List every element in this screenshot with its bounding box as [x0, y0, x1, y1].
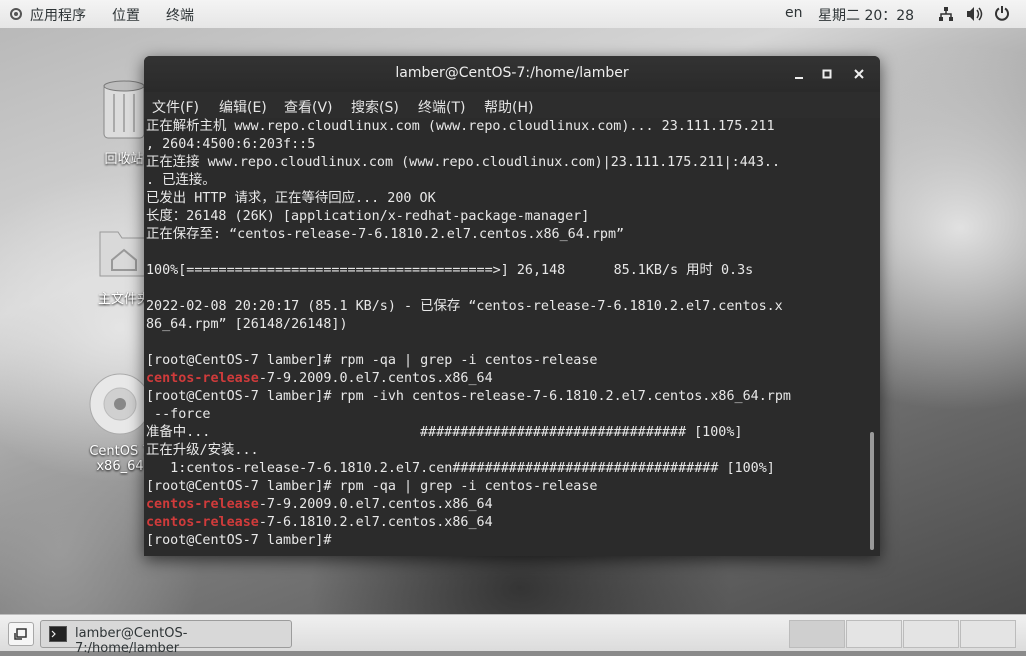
terminal-line: [root@CentOS-7 lamber]# rpm -qa | grep -…	[146, 353, 598, 368]
volume-icon[interactable]	[966, 6, 984, 26]
language-indicator[interactable]: en	[785, 5, 803, 21]
terminal-line: centos-release-7-6.1810.2.el7.centos.x86…	[146, 515, 493, 530]
maximize-icon	[822, 69, 832, 79]
terminal-line: . 已连接。	[146, 173, 216, 188]
terminal-line: 100%[===================================…	[146, 263, 754, 278]
terminal-window[interactable]: lamber@CentOS-7:/home/lamber 文件(F) 编辑(E)…	[144, 56, 880, 556]
taskbar-window-label: lamber@CentOS-7:/home/lamber	[75, 626, 188, 656]
close-icon	[854, 69, 864, 79]
minimize-button[interactable]	[790, 65, 808, 83]
terminal-line: 长度：26148 (26K) [application/x-redhat-pac…	[146, 209, 590, 224]
window-menubar: 文件(F) 编辑(E) 查看(V) 搜索(S) 终端(T) 帮助(H)	[144, 92, 880, 118]
terminal-line: 2022-02-08 20:20:17 (85.1 KB/s) - 已保存 “c…	[146, 299, 783, 314]
terminal-output[interactable]: 正在解析主机 www.repo.cloudlinux.com (www.repo…	[146, 118, 868, 556]
workspace-4[interactable]	[960, 620, 1016, 648]
scrollbar[interactable]	[870, 432, 874, 550]
terminal-line: --force	[146, 407, 211, 422]
show-desktop-icon	[14, 628, 27, 640]
terminal-line: 已发出 HTTP 请求，正在等待回应... 200 OK	[146, 191, 436, 206]
terminal-line: centos-release-7-9.2009.0.el7.centos.x86…	[146, 371, 493, 386]
terminal-line: 正在保存至: “centos-release-7-6.1810.2.el7.ce…	[146, 227, 625, 242]
terminal-line: [root@CentOS-7 lamber]# rpm -qa | grep -…	[146, 479, 598, 494]
terminal-line: 86_64.rpm” [26148/26148])	[146, 317, 348, 332]
apps-icon[interactable]	[8, 6, 24, 26]
trash-icon	[103, 80, 145, 139]
terminal-app-menu[interactable]: 终端	[166, 5, 194, 25]
terminal-line: 正在解析主机 www.repo.cloudlinux.com (www.repo…	[146, 119, 775, 134]
terminal-line: 1:centos-release-7-6.1810.2.el7.cen#####…	[146, 461, 775, 476]
menu-view[interactable]: 查看(V)	[284, 97, 333, 117]
workspace-1[interactable]	[789, 620, 845, 648]
maximize-button[interactable]	[818, 65, 836, 83]
clock[interactable]: 星期二 20：28	[818, 5, 914, 25]
terminal-line: [root@CentOS-7 lamber]# rpm -ivh centos-…	[146, 389, 791, 404]
window-title: lamber@CentOS-7:/home/lamber	[395, 65, 629, 81]
power-icon[interactable]	[994, 5, 1010, 25]
network-icon[interactable]	[938, 6, 954, 26]
close-button[interactable]	[850, 65, 868, 83]
menu-file[interactable]: 文件(F)	[152, 97, 199, 117]
minimize-icon	[795, 77, 803, 79]
taskbar-window-button[interactable]: lamber@CentOS-7:/home/lamber	[40, 620, 292, 656]
terminal-line: centos-release-7-9.2009.0.el7.centos.x86…	[146, 497, 493, 512]
terminal-icon	[49, 626, 67, 642]
top-panel: 应用程序 位置 终端 en 星期二 20：28	[0, 0, 1026, 29]
disc-icon	[89, 373, 151, 435]
terminal-line: 准备中... #################################…	[146, 425, 743, 440]
applications-menu[interactable]: 应用程序	[30, 5, 86, 25]
menu-help[interactable]: 帮助(H)	[484, 97, 533, 117]
menu-search[interactable]: 搜索(S)	[351, 97, 399, 117]
menu-terminal[interactable]: 终端(T)	[418, 97, 465, 117]
terminal-line: [root@CentOS-7 lamber]#	[146, 533, 340, 548]
bottom-panel: lamber@CentOS-7:/home/lamber	[0, 614, 1026, 656]
terminal-line: 正在升级/安装...	[146, 443, 259, 458]
terminal-line: 正在连接 www.repo.cloudlinux.com (www.repo.c…	[146, 155, 781, 170]
workspace-3[interactable]	[903, 620, 959, 648]
terminal-line: , 2604:4500:6:203f::5	[146, 137, 316, 152]
show-desktop-button[interactable]	[8, 622, 34, 646]
places-menu[interactable]: 位置	[112, 5, 140, 25]
workspace-2[interactable]	[846, 620, 902, 648]
window-titlebar[interactable]: lamber@CentOS-7:/home/lamber	[144, 56, 880, 92]
menu-edit[interactable]: 编辑(E)	[219, 97, 267, 117]
